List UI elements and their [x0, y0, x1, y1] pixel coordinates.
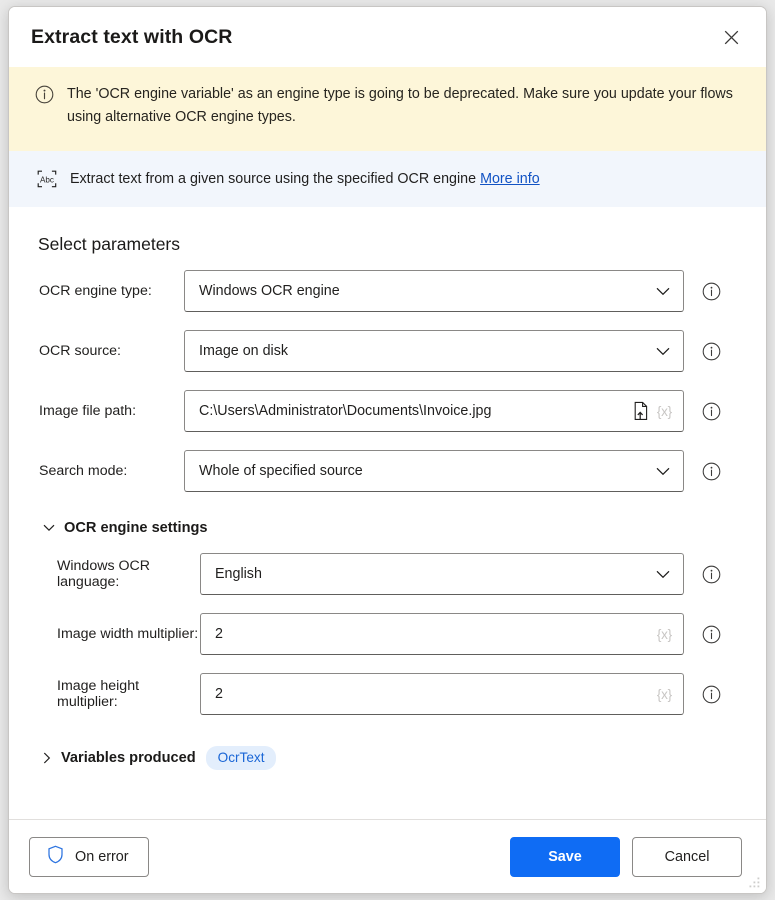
extract-text-dialog: Extract text with OCR The 'OCR engine va… — [8, 6, 767, 894]
more-info-link[interactable]: More info — [480, 171, 540, 187]
shield-icon — [47, 845, 64, 868]
ocr-engine-type-value: Windows OCR engine — [199, 283, 340, 299]
row-windows-ocr-language: Windows OCR language: English — [9, 544, 766, 604]
row-image-width-multiplier: Image width multiplier: 2 {x} — [9, 604, 766, 664]
label-ocr-source: OCR source: — [39, 343, 121, 359]
dialog-body: Select parameters OCR engine type: Windo… — [9, 207, 766, 819]
row-search-mode: Search mode: Whole of specified source — [9, 441, 766, 501]
ocr-engine-settings-label: OCR engine settings — [64, 520, 208, 536]
windows-ocr-language-value: English — [215, 566, 262, 582]
abc-scan-icon: Abc — [36, 169, 58, 189]
image-width-multiplier-value: 2 — [215, 626, 223, 642]
chevron-down-icon — [650, 467, 683, 476]
label-ocr-engine-type: OCR engine type: — [39, 283, 152, 299]
dialog-titlebar: Extract text with OCR — [9, 7, 766, 67]
action-description-text: Extract text from a given source using t… — [70, 171, 540, 187]
chevron-right-icon — [43, 752, 51, 764]
ocr-engine-settings-toggle[interactable]: OCR engine settings — [9, 501, 766, 544]
info-icon-image-height-multiplier[interactable] — [701, 684, 721, 704]
chevron-down-icon — [650, 287, 683, 296]
description-label: Extract text from a given source using t… — [70, 170, 477, 187]
cancel-button[interactable]: Cancel — [632, 836, 742, 877]
action-description-bar: Abc Extract text from a given source usi… — [9, 151, 766, 207]
ocr-source-dropdown[interactable]: Image on disk — [184, 330, 684, 372]
variable-pill-ocrtext[interactable]: OcrText — [205, 746, 277, 770]
info-icon-image-file-path[interactable] — [701, 401, 721, 421]
image-width-multiplier-input[interactable]: 2 {x} — [200, 613, 684, 655]
windows-ocr-language-dropdown[interactable]: English — [200, 553, 684, 595]
info-icon-ocr-engine-type[interactable] — [701, 281, 721, 301]
svg-text:Abc: Abc — [40, 175, 54, 184]
variable-token-button[interactable]: {x} — [653, 404, 683, 419]
label-image-width-multiplier: Image width multiplier: — [57, 626, 199, 642]
save-button[interactable]: Save — [510, 836, 620, 877]
chevron-down-icon — [650, 347, 683, 356]
page-title: Select parameters — [38, 234, 181, 254]
chevron-down-icon — [43, 524, 55, 532]
dialog-footer: On error Save Cancel — [9, 819, 766, 893]
image-file-path-value: C:\Users\Administrator\Documents\Invoice… — [199, 403, 492, 419]
file-upload-icon[interactable] — [628, 401, 653, 421]
image-height-multiplier-value: 2 — [215, 686, 223, 702]
variables-produced-label: Variables produced — [61, 750, 196, 766]
on-error-button[interactable]: On error — [29, 836, 149, 877]
label-image-file-path: Image file path: — [39, 403, 137, 419]
label-image-height-multiplier: Image height multiplier: — [57, 678, 140, 710]
variables-produced-toggle[interactable]: Variables produced OcrText — [9, 724, 766, 780]
image-file-path-input[interactable]: C:\Users\Administrator\Documents\Invoice… — [184, 390, 684, 432]
row-ocr-engine-type: OCR engine type: Windows OCR engine — [9, 261, 766, 321]
chevron-down-icon — [650, 570, 683, 579]
close-button[interactable] — [714, 20, 748, 54]
ocr-engine-type-dropdown[interactable]: Windows OCR engine — [184, 270, 684, 312]
variable-token-button[interactable]: {x} — [653, 687, 683, 702]
row-image-height-multiplier: Image height multiplier: 2 {x} — [9, 664, 766, 724]
on-error-label: On error — [75, 848, 129, 865]
info-icon-search-mode[interactable] — [701, 461, 721, 481]
dialog-title: Extract text with OCR — [31, 25, 233, 48]
row-ocr-source: OCR source: Image on disk — [9, 321, 766, 381]
label-windows-ocr-language: Windows OCR language: — [57, 558, 151, 590]
info-icon-image-width-multiplier[interactable] — [701, 624, 721, 644]
image-height-multiplier-input[interactable]: 2 {x} — [200, 673, 684, 715]
deprecation-warning-banner: The 'OCR engine variable' as an engine t… — [9, 67, 766, 151]
ocr-source-value: Image on disk — [199, 343, 289, 359]
resize-grip[interactable] — [748, 876, 761, 889]
info-icon-windows-ocr-language[interactable] — [701, 564, 721, 584]
close-icon — [724, 30, 738, 44]
search-mode-value: Whole of specified source — [199, 463, 363, 479]
info-icon-ocr-source[interactable] — [701, 341, 721, 361]
info-circle-icon — [35, 85, 54, 109]
label-search-mode: Search mode: — [39, 463, 128, 479]
row-image-file-path: Image file path: C:\Users\Administrator\… — [9, 381, 766, 441]
warning-text: The 'OCR engine variable' as an engine t… — [67, 86, 733, 126]
search-mode-dropdown[interactable]: Whole of specified source — [184, 450, 684, 492]
variable-token-button[interactable]: {x} — [653, 627, 683, 642]
